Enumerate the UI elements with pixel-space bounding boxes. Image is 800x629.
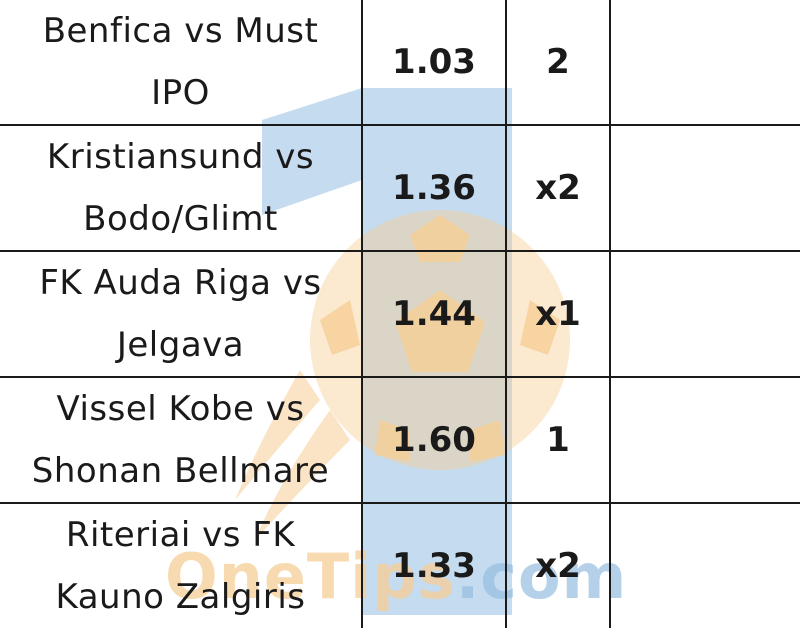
odds-cell: 1.44: [361, 250, 507, 378]
odds-cell: 1.33: [361, 502, 507, 628]
empty-cell: [609, 124, 800, 252]
match-line-1: Riteriai vs FK: [65, 515, 296, 555]
odds-cell: 1.03: [361, 0, 507, 126]
table-row: Riteriai vs FK Kauno Zalgiris 1.33 x2: [0, 502, 800, 628]
tip-cell: x2: [505, 124, 611, 252]
match-cell: Riteriai vs FK Kauno Zalgiris: [0, 502, 363, 628]
empty-cell: [609, 502, 800, 628]
table-row: Benfica vs Must IPO 1.03 2: [0, 0, 800, 126]
odds-cell: 1.36: [361, 124, 507, 252]
match-line-1: Vissel Kobe vs: [56, 389, 305, 429]
odds-cell: 1.60: [361, 376, 507, 504]
match-cell: Benfica vs Must IPO: [0, 0, 363, 126]
tip-cell: x1: [505, 250, 611, 378]
table-row: FK Auda Riga vs Jelgava 1.44 x1: [0, 250, 800, 378]
match-line-1: FK Auda Riga vs: [39, 263, 322, 303]
match-cell: FK Auda Riga vs Jelgava: [0, 250, 363, 378]
match-line-2: Kauno Zalgiris: [55, 577, 306, 617]
table-row: Vissel Kobe vs Shonan Bellmare 1.60 1: [0, 376, 800, 504]
match-line-1: Kristiansund vs: [46, 137, 315, 177]
empty-cell: [609, 376, 800, 504]
table-row: Kristiansund vs Bodo/Glimt 1.36 x2: [0, 124, 800, 252]
tip-cell: 2: [505, 0, 611, 126]
tip-cell: 1: [505, 376, 611, 504]
match-line-1: Benfica vs Must: [42, 11, 319, 51]
tip-cell: x2: [505, 502, 611, 628]
match-line-2: Jelgava: [116, 325, 245, 365]
empty-cell: [609, 0, 800, 126]
match-cell: Vissel Kobe vs Shonan Bellmare: [0, 376, 363, 504]
match-line-2: Bodo/Glimt: [83, 199, 278, 239]
match-cell: Kristiansund vs Bodo/Glimt: [0, 124, 363, 252]
odds-table: Benfica vs Must IPO 1.03 2 Kristiansund …: [0, 0, 800, 628]
match-line-2: Shonan Bellmare: [31, 451, 330, 491]
empty-cell: [609, 250, 800, 378]
match-line-2: IPO: [151, 73, 210, 113]
